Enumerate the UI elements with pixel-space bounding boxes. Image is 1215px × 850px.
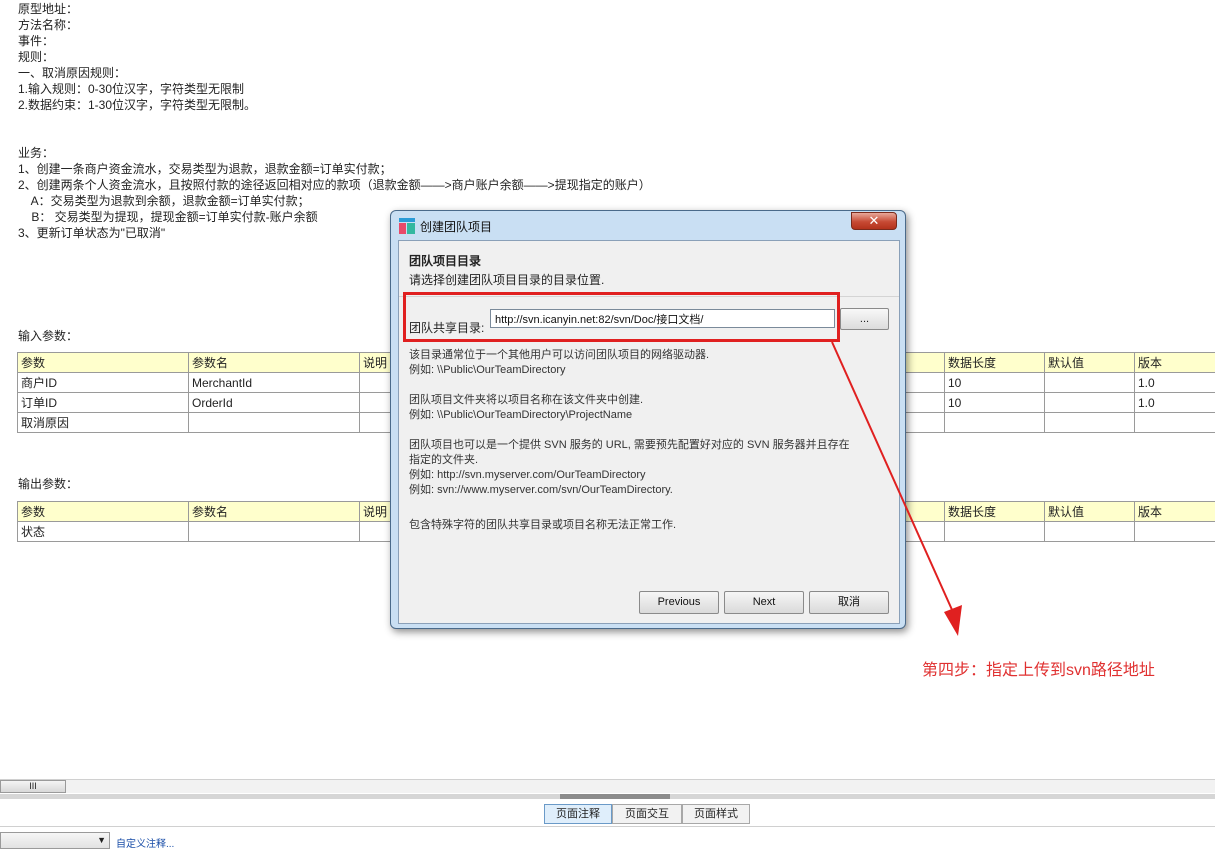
scrollbar-thumb[interactable]: III: [0, 780, 66, 793]
tab-page-interactions[interactable]: 页面交互: [612, 804, 682, 824]
custom-notes-link[interactable]: 自定义注释...: [116, 835, 174, 850]
annotation-arrow: [831, 341, 962, 636]
chevron-down-icon: ▼: [97, 835, 106, 845]
bottom-bar: ▼ 自定义注释...: [0, 826, 1215, 850]
panel-splitter[interactable]: [0, 794, 1215, 799]
notes-dropdown[interactable]: ▼: [0, 832, 110, 849]
tab-page-style[interactable]: 页面样式: [682, 804, 750, 824]
annotation-text: 第四步：指定上传到svn路径地址: [922, 662, 1155, 679]
splitter-grip[interactable]: [560, 794, 670, 799]
tab-page-notes[interactable]: 页面注释: [544, 804, 612, 824]
horizontal-scrollbar[interactable]: III: [0, 779, 1215, 793]
